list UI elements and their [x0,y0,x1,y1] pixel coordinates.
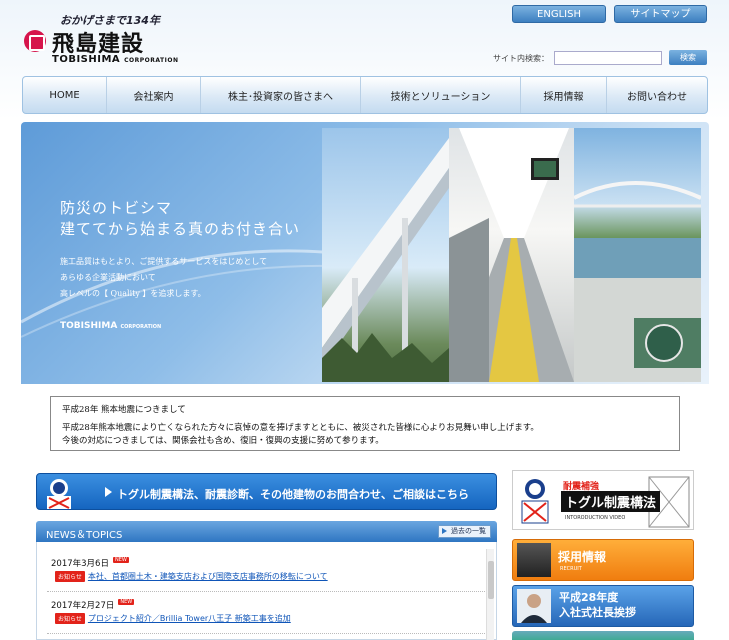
english-button[interactable]: ENGLISH [512,5,606,23]
company-name-en[interactable]: TOBISHIMA CORPORATION [52,54,179,65]
photo-dam [574,128,701,382]
announcement-line1: 平成28年熊本地震により亡くなられた方々に哀悼の意を捧げますとともに、被災された… [62,423,539,433]
list-item: 2017年3月6日 NEW お知らせ 本社、首都圏土木・建築支店および国際支店事務所… [37,557,477,582]
nav-technology[interactable]: 技術とソリューション [361,77,521,113]
new-badge: NEW [112,557,129,563]
announcement-title: 平成28年 熊本地震につきまして [62,405,186,415]
arrow-right-icon [442,528,447,534]
photo-highway [322,128,449,382]
announcement-box: 平成28年 熊本地震につきまして 平成28年熊本地震により亡くなられた方々に哀悼… [50,396,680,451]
hero-logo-small: CORPORATION [120,324,162,330]
president-line2: 入社式社長挨拶 [559,606,636,619]
hero-text-line1: 施工品質はもとより、ご提供するサービスをはじめとして [60,257,268,266]
divider [47,633,487,634]
arrow-right-icon [105,487,112,497]
toggle-video-banner[interactable]: 耐震補強 トグル制震構法 INTORODUCTION VIDEO [512,470,694,530]
nav-company[interactable]: 会社案内 [107,77,201,113]
mascot-icon [521,479,549,524]
sitemap-button[interactable]: サイトマップ [614,5,707,23]
nav-home[interactable]: HOME [23,77,107,113]
hero-text-line2: あらゆる企業活動において [60,273,156,282]
news-scrollbar[interactable] [486,549,494,640]
news-archive-label: 過去の一覧 [451,527,486,535]
president-speech-banner[interactable]: 平成28年度 入社式社長挨拶 [512,585,694,627]
toggle-inquiry-banner[interactable]: トグル制震構法、耐震診断、その他建物のお問合わせ、ご相談はこちら [36,473,497,510]
company-logo-icon[interactable] [24,30,46,52]
hero-title-line1: 防災のトビシマ [60,199,173,217]
news-link[interactable]: 本社、首都圏土木・建築支店および国際支店事務所の移転について [88,572,328,581]
side-banner-partial[interactable] [512,631,694,640]
photo-subway [449,128,574,382]
search-label: サイト内検索： [493,54,549,63]
new-badge: NEW [118,599,135,605]
president-line1: 平成28年度 [559,591,619,604]
nav-contact[interactable]: お問い合わせ [607,77,707,113]
announcement-line2: 今後の対応につきましては、関係会社も含め、復旧・復興の支援に努めて参ります。 [62,436,384,446]
toggle-video-label: INTORODUCTION VIDEO [565,515,626,521]
category-badge: お知らせ [55,613,85,624]
search-button[interactable]: 検索 [669,50,707,65]
hero-banner: 防災のトビシマ 建ててから始まる真のお付き合い 施工品質はもとより、ご提供するサ… [21,122,709,384]
company-name-en-small: CORPORATION [124,57,179,64]
news-header: NEWS＆TOPICS 過去の一覧 [36,521,497,542]
hero-text-line3: 高レベルの【 Quality 】を追求します。 [60,289,206,298]
global-nav: HOME 会社案内 株主･投資家の皆さまへ 技術とソリューション 採用情報 お問… [22,76,708,114]
recruit-sub: RECRUIT [560,566,582,572]
toggle-main-label: トグル制震構法 [561,491,661,512]
president-photo [517,589,551,623]
news-date: 2017年2月27日 [51,601,115,611]
hero-title-line2: 建ててから始まる真のお付き合い [60,220,301,238]
news-link[interactable]: プロジェクト紹介／Brillia Tower八王子 新築工事を追加 [88,614,291,623]
news-title: NEWS＆TOPICS [46,530,123,541]
hero-logo-main: TOBISHIMA [60,321,118,331]
nav-investors[interactable]: 株主･投資家の皆さまへ [201,77,361,113]
recruit-photo [517,543,551,577]
category-badge: お知らせ [55,571,85,582]
news-archive-button[interactable]: 過去の一覧 [438,525,491,538]
recruit-banner[interactable]: 採用情報 RECRUIT [512,539,694,581]
nav-recruit[interactable]: 採用情報 [521,77,607,113]
scrollbar-thumb[interactable] [488,561,494,599]
recruit-title: 採用情報 [558,550,607,564]
company-name-en-main: TOBISHIMA [52,54,121,65]
news-list: 2017年3月6日 NEW お知らせ 本社、首都圏土木・建築支店および国際支店事務所… [36,542,497,640]
divider [47,591,487,592]
search-input[interactable] [554,51,662,65]
mascot-icon [47,479,71,509]
list-item: 2017年2月27日 NEW お知らせ プロジェクト紹介／Brillia Tower… [37,599,477,624]
toggle-inquiry-text: トグル制震構法、耐震診断、その他建物のお問合わせ、ご相談はこちら [117,488,469,501]
president-speech-title: 平成28年度 入社式社長挨拶 [559,590,636,620]
news-date: 2017年3月6日 [51,559,109,569]
hero-logo: TOBISHIMA CORPORATION [60,321,161,331]
